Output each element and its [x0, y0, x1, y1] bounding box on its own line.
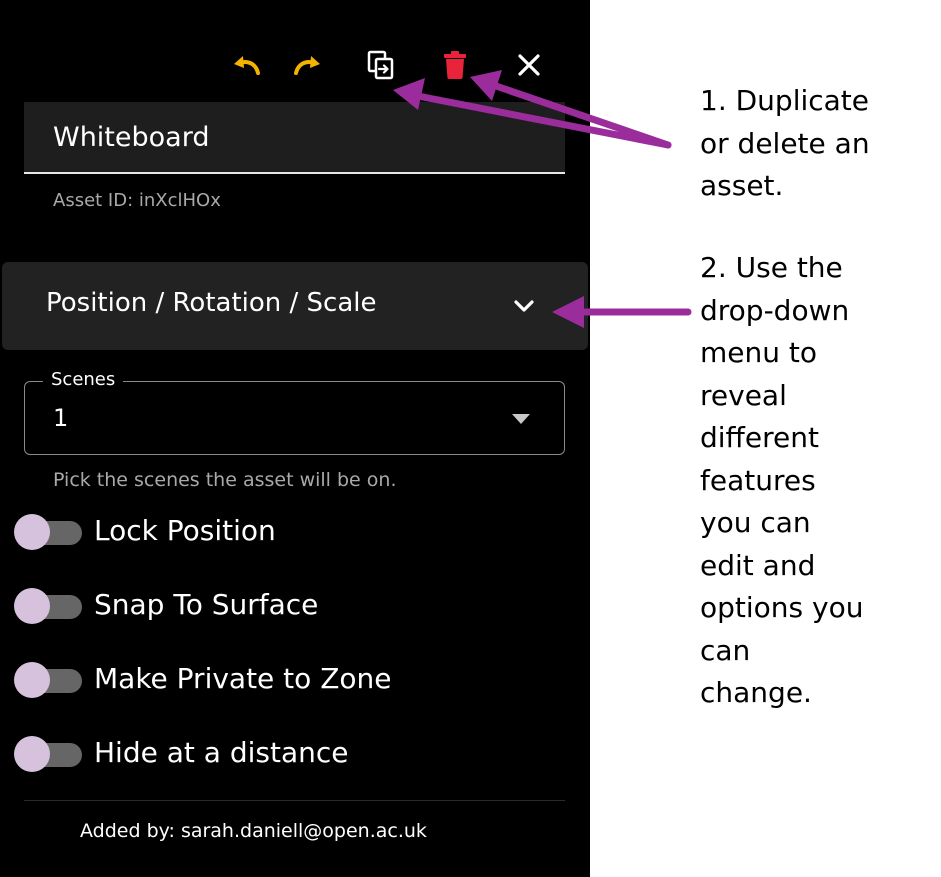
annotation-arrows: [393, 70, 692, 328]
arrowhead-duplicate: [393, 78, 425, 110]
arrowhead-accordion: [552, 296, 584, 328]
